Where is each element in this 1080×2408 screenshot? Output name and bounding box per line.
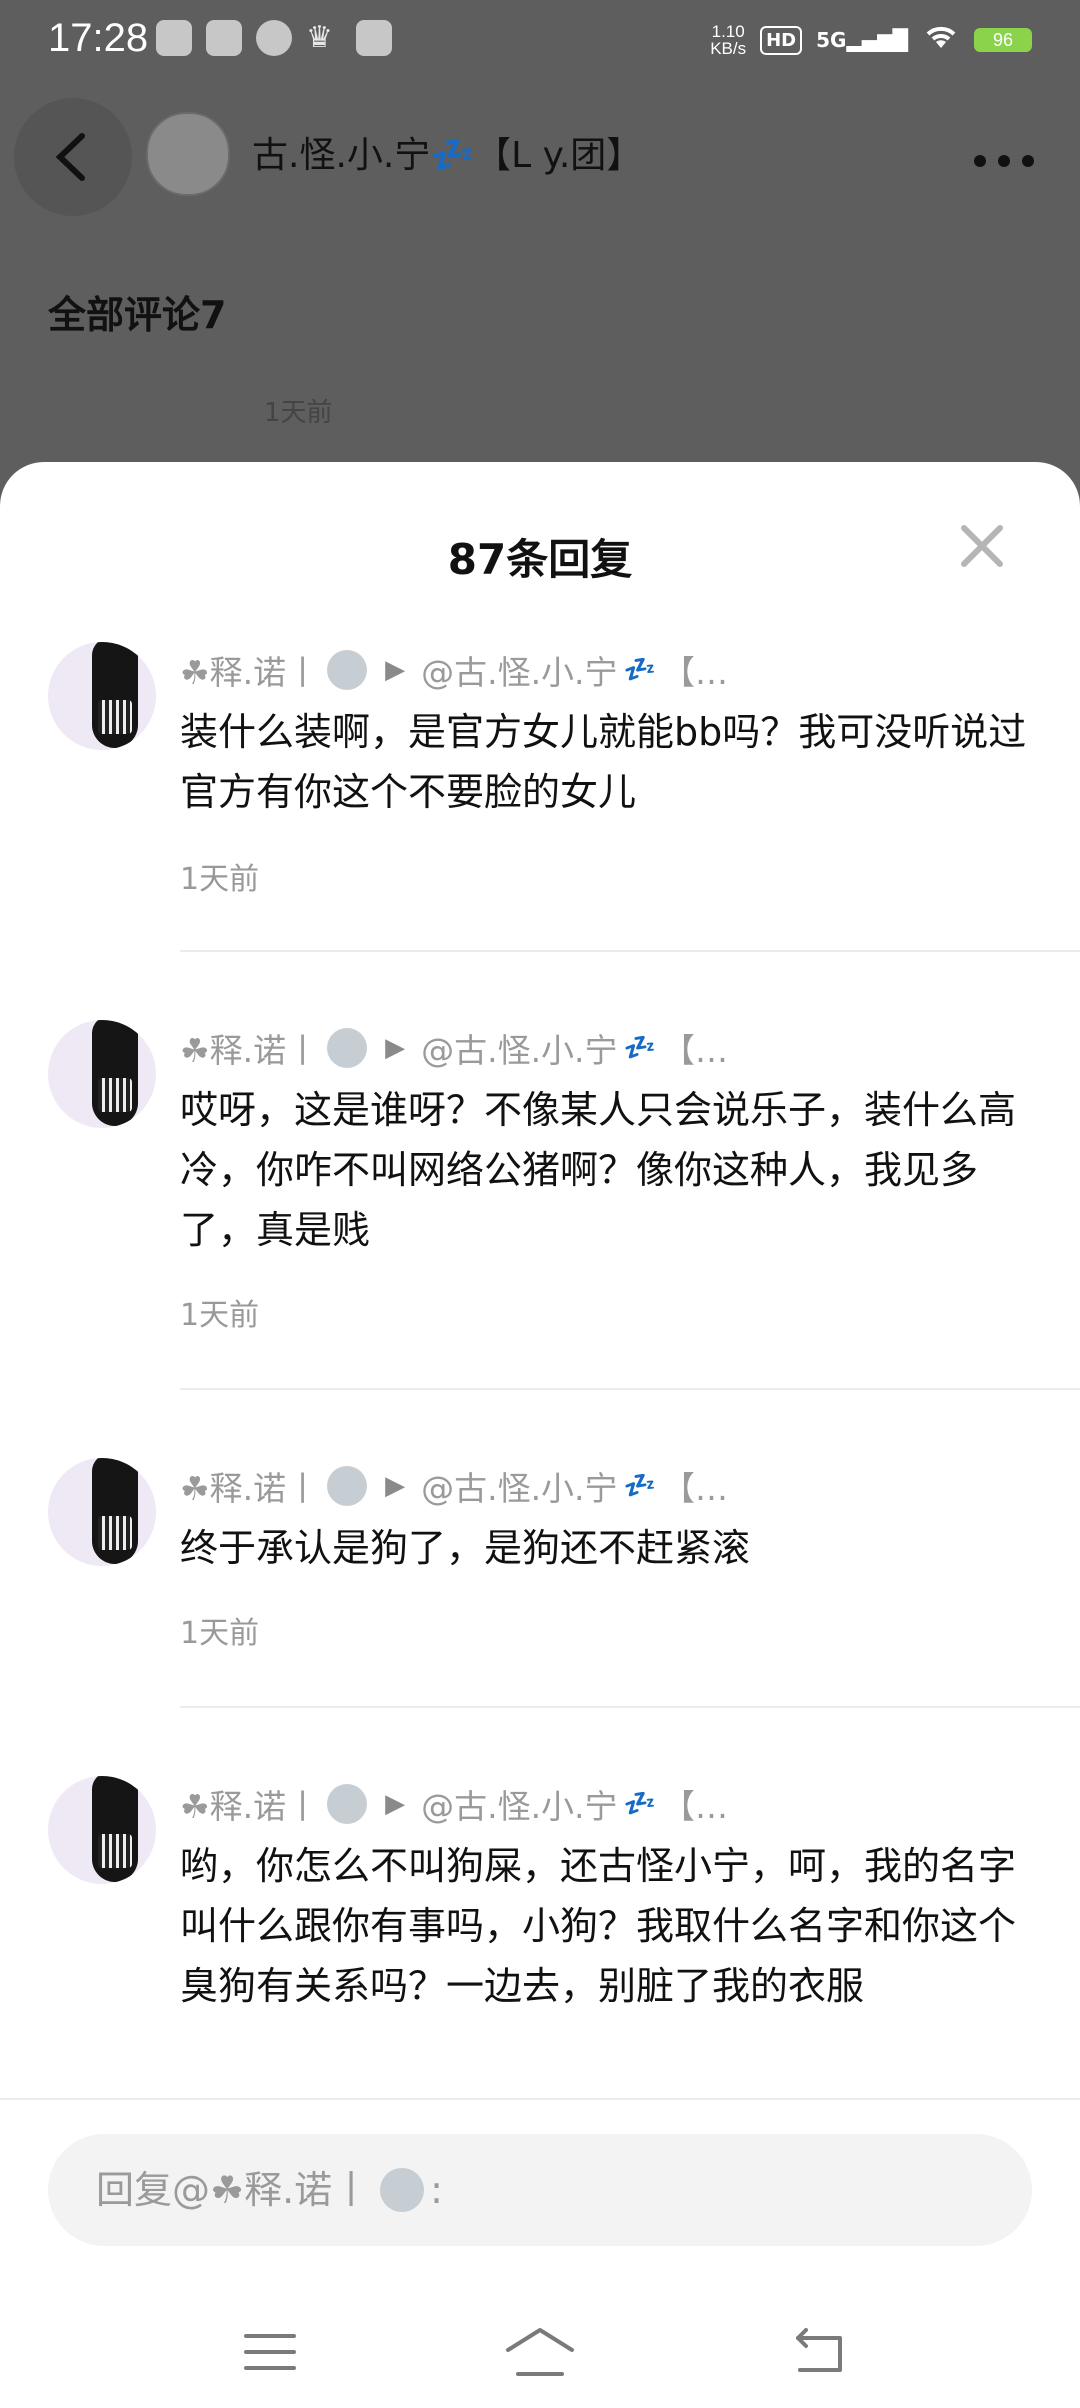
reply-target-tail: 【… [661,1031,728,1070]
comment-time: 1天前 [264,398,333,428]
reply-time: 1天前 [180,1298,260,1333]
author-avatar[interactable] [146,112,230,196]
play-icon [256,20,292,56]
app-notification-icon [206,20,242,56]
reply-input[interactable]: 回复@☘释.诺丨 : [48,2134,1032,2246]
zzz-emoji: 💤 [623,1471,656,1501]
reply-text[interactable]: 哎呀，这是谁呀？不像某人只会说乐子，装什么高冷，你咋不叫网络公猪啊？像你这种人，… [180,1080,1040,1260]
reply-header: ☘释.诺丨 ▶ @古.怪.小.宁 💤 【… [180,646,728,694]
system-nav-bar [0,2300,1080,2408]
status-time: 17:28 [48,16,149,60]
reply-username[interactable]: ☘释.诺丨 [180,1024,319,1072]
moon-emoji-icon [380,2168,425,2212]
reply-username[interactable]: ☘释.诺丨 [180,1780,319,1828]
more-dots-icon[interactable] [972,120,1036,185]
divider [180,1388,1080,1390]
divider [0,2098,1080,2100]
avatar[interactable] [48,1458,156,1566]
reply-header: ☘释.诺丨 ▶ @古.怪.小.宁 💤 【… [180,1462,728,1510]
divider [180,1706,1080,1708]
reply-target-tail: 【… [661,1469,728,1508]
moon-emoji-icon [327,1784,368,1824]
reply-arrow-icon: ▶ [385,1471,406,1501]
signal-icon: 5G▂▄▆█ [816,28,908,52]
zzz-emoji: 💤 [623,1789,656,1819]
reply-target-tail: 【… [661,1787,728,1826]
zzz-emoji: 💤 [623,1033,656,1063]
reply-text[interactable]: 哟，你怎么不叫狗屎，还古怪小宁，呵，我的名字叫什么跟你有事吗，小狗？我取什么名字… [180,1836,1040,2016]
reply-username[interactable]: ☘释.诺丨 [180,646,319,694]
list-item[interactable]: ☘释.诺丨 ▶ @古.怪.小.宁 💤 【… 哟，你怎么不叫狗屎，还古怪小宁，呵，… [0,1776,1080,2116]
hd-icon: HD [760,25,803,55]
page-title: 古.怪.小.宁💤【L y.团】 [252,135,643,176]
reply-time: 1天前 [180,1616,260,1651]
reply-time: 1天前 [180,862,260,897]
back-arrow-icon[interactable] [14,98,132,216]
app-notification-icon [156,20,192,56]
reply-arrow-icon: ▶ [385,1789,406,1819]
list-item[interactable]: ☘释.诺丨 ▶ @古.怪.小.宁 💤 【… 终于承认是狗了，是狗还不赶紧滚 1天… [0,1458,1080,1778]
game-icon [356,20,392,56]
reply-target[interactable]: @古.怪.小.宁 [421,1780,617,1828]
reply-header: ☘释.诺丨 ▶ @古.怪.小.宁 💤 【… [180,1024,728,1072]
sheet-title: 87条回复 [447,535,633,584]
reply-target[interactable]: @古.怪.小.宁 [421,1024,617,1072]
moon-emoji-icon [327,1028,368,1068]
status-app-icons: ♛ [156,20,392,56]
divider [180,950,1080,952]
wifi-icon [922,22,960,58]
reply-target[interactable]: @古.怪.小.宁 [421,646,617,694]
reply-input-suffix: : [430,2168,443,2212]
reply-input-bar: 回复@☘释.诺丨 : [0,2098,1080,2246]
avatar[interactable] [48,642,156,750]
reply-input-prefix: 回复@☘释.诺丨 [96,2168,371,2212]
list-item[interactable]: ☘释.诺丨 ▶ @古.怪.小.宁 💤 【… 哎呀，这是谁呀？不像某人只会说乐子，… [0,1020,1080,1460]
moon-emoji-icon [327,1466,368,1506]
reply-header: ☘释.诺丨 ▶ @古.怪.小.宁 💤 【… [180,1780,728,1828]
reply-target-tail: 【… [661,653,728,692]
reply-text[interactable]: 终于承认是狗了，是狗还不赶紧滚 [180,1518,1040,1578]
list-item[interactable]: ☘释.诺丨 ▶ @古.怪.小.宁 💤 【… 装什么装啊，是官方女儿就能bb吗？我… [0,642,1080,1062]
zzz-emoji: 💤 [623,655,656,685]
reply-target[interactable]: @古.怪.小.宁 [421,1462,617,1510]
menu-icon[interactable] [240,2322,300,2382]
avatar[interactable] [48,1020,156,1128]
page-header: 古.怪.小.宁💤【L y.团】 [0,90,1080,220]
reply-text[interactable]: 装什么装啊，是官方女儿就能bb吗？我可没听说过官方有你这个不要脸的女儿 [180,702,1040,822]
home-icon[interactable] [504,2322,576,2382]
close-icon[interactable] [958,522,1006,570]
status-right: 1.10 KB/s HD 5G▂▄▆█ 96 [710,22,1032,58]
nav-back-icon[interactable] [790,2322,850,2382]
reply-arrow-icon: ▶ [385,655,406,685]
avatar[interactable] [48,1776,156,1884]
reply-username[interactable]: ☘释.诺丨 [180,1462,319,1510]
net-speed: 1.10 KB/s [710,22,747,58]
moon-emoji-icon [327,650,368,690]
comments-section-title: 全部评论7 [48,293,227,337]
battery-icon: 96 [974,28,1032,52]
crown-icon: ♛ [306,20,333,55]
reply-arrow-icon: ▶ [385,1033,406,1063]
status-bar: 17:28 ♛ 1.10 KB/s HD 5G▂▄▆█ 96 [0,0,1080,84]
